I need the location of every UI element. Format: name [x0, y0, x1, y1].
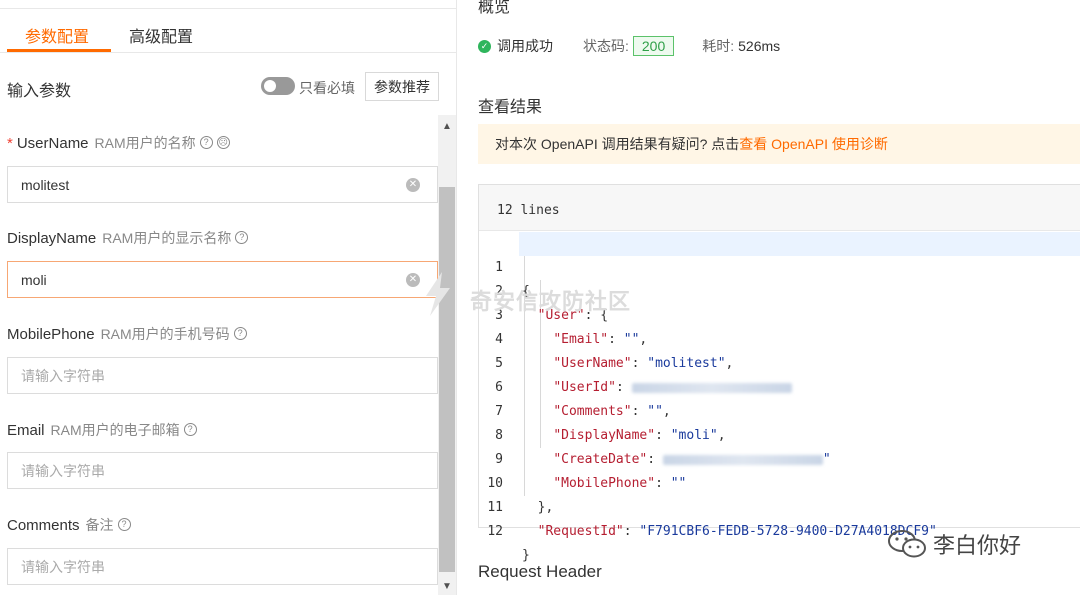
code-line: 12 }	[479, 496, 1080, 563]
param-desc: RAM用户的手机号码	[100, 326, 230, 342]
param-name: DisplayName	[7, 230, 97, 247]
line-number: 12	[487, 524, 503, 539]
corner-watermark: 李白你好	[887, 528, 1021, 560]
code-line: 1 {	[479, 232, 1080, 299]
code-line: 6 "Comments": "",	[479, 352, 1080, 419]
toggle-knob	[264, 80, 276, 92]
corner-watermark-text: 李白你好	[933, 533, 1022, 558]
result-code-viewer: 12 lines 1 { 2 "User": { 3 "Email": "", …	[478, 184, 1080, 563]
diagnosis-notice: 对本次 OpenAPI 调用结果有疑问? 点击 查看 OpenAPI 使用诊断	[478, 124, 1080, 164]
scrollbar-thumb[interactable]	[439, 187, 455, 572]
required-only-label: 只看必填	[299, 80, 355, 96]
mobilephone-input[interactable]: 请输入字符串	[7, 357, 438, 394]
status-code-badge: 200	[632, 36, 675, 56]
code-line: 10 },	[479, 448, 1080, 515]
success-text: 调用成功	[497, 38, 553, 54]
required-asterisk: *	[7, 135, 13, 152]
param-desc: RAM用户的电子邮箱	[50, 422, 180, 438]
code-line: 5 "UserId":	[479, 328, 1080, 395]
help-icon[interactable]: ?	[199, 135, 213, 149]
tab-advanced-config[interactable]: 高级配置	[129, 23, 193, 47]
param-label-displayname: DisplayName RAM用户的显示名称?	[7, 228, 249, 248]
success-check-icon: ✓	[478, 39, 491, 53]
tab-param-config[interactable]: 参数配置	[25, 23, 89, 47]
param-label-username: * UserName RAM用户的名称? ☹	[7, 133, 230, 153]
param-name: MobilePhone	[7, 326, 95, 343]
overview-title: 概览	[478, 0, 511, 16]
input-placeholder: 请输入字符串	[21, 367, 105, 384]
code-line: 8 "CreateDate": "	[479, 400, 1080, 467]
help-icon[interactable]: ?	[183, 422, 197, 436]
feedback-face-icon[interactable]: ☹	[216, 135, 230, 149]
input-value: molitest	[21, 176, 70, 193]
code-header: 12 lines	[479, 185, 1080, 231]
param-recommend-button[interactable]: 参数推荐	[365, 72, 439, 101]
param-name: Email	[7, 422, 45, 439]
param-label-comments: Comments 备注?	[7, 515, 131, 535]
code-body[interactable]: 1 { 2 "User": { 3 "Email": "", 4 "UserNa…	[479, 232, 1080, 563]
status-code-label: 状态码:	[583, 38, 629, 54]
line-count-label: 12 lines	[497, 203, 560, 218]
param-name: UserName	[16, 135, 89, 152]
param-label-mobilephone: MobilePhone RAM用户的手机号码?	[7, 324, 247, 344]
center-watermark: 奇安信攻防社区	[470, 289, 632, 314]
request-header-title: Request Header	[478, 562, 602, 581]
diagnosis-link[interactable]: 查看 OpenAPI 使用诊断	[739, 134, 888, 154]
required-only-toggle[interactable]	[261, 77, 295, 95]
displayname-input[interactable]: moli ✕	[7, 261, 438, 298]
input-placeholder: 请输入字符串	[21, 558, 105, 575]
code-line: 7 "DisplayName": "moli",	[479, 376, 1080, 443]
param-name: Comments	[7, 517, 80, 534]
watermark-logo-icon	[426, 272, 450, 316]
notice-text: 对本次 OpenAPI 调用结果有疑问? 点击	[495, 136, 740, 152]
code-line: 9 "MobilePhone": ""	[479, 424, 1080, 491]
status-row: ✓ 调用成功 状态码: 200 耗时: 526ms	[478, 36, 780, 56]
code-line: 11 "RequestId": "F791CBF6-FEDB-5728-9400…	[479, 472, 1080, 539]
help-icon[interactable]: ?	[117, 517, 131, 531]
elapsed-time-value: 526ms	[738, 38, 781, 54]
left-panel: 参数配置 高级配置 输入参数 只看必填 参数推荐 * UserName RAM用户的…	[0, 0, 457, 595]
username-input[interactable]: molitest ✕	[7, 166, 438, 203]
param-desc: RAM用户的名称	[94, 135, 196, 151]
config-tabs: 参数配置 高级配置	[0, 9, 457, 53]
code-line: 2 "User": {	[479, 256, 1080, 323]
help-icon[interactable]: ?	[235, 230, 249, 244]
param-desc: 备注	[85, 517, 114, 533]
input-value: moli	[21, 271, 47, 288]
email-input[interactable]: 请输入字符串	[7, 452, 438, 489]
scroll-down-icon[interactable]: ▼	[438, 580, 456, 594]
clear-icon[interactable]: ✕	[406, 178, 420, 192]
elapsed-time-label: 耗时:	[702, 38, 735, 54]
help-icon[interactable]: ?	[233, 326, 247, 340]
wechat-icon	[888, 530, 926, 558]
line-source: "RequestId": "F791CBF6-FEDB-5728-9400-D2…	[537, 524, 937, 539]
input-params-title: 输入参数	[7, 83, 72, 100]
active-tab-indicator	[7, 49, 111, 52]
comments-input[interactable]: 请输入字符串	[7, 548, 438, 585]
input-placeholder: 请输入字符串	[21, 462, 105, 479]
param-desc: RAM用户的显示名称	[102, 230, 232, 246]
scroll-up-icon[interactable]: ▲	[438, 120, 456, 134]
result-title: 查看结果	[478, 99, 543, 116]
param-label-email: Email RAM用户的电子邮箱?	[7, 420, 197, 440]
